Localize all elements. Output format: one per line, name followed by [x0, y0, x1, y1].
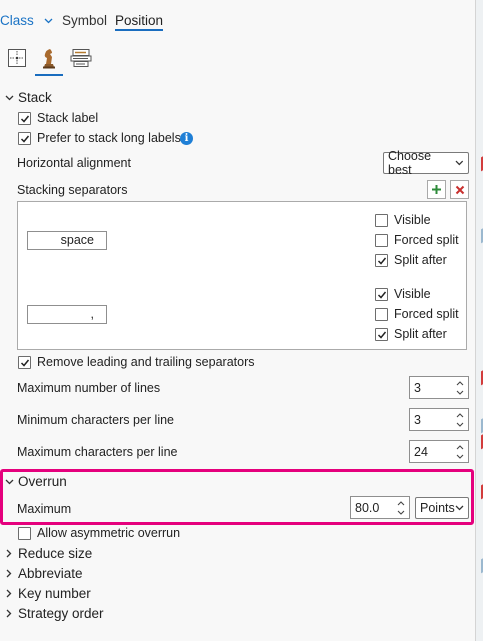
separator-visible-label: Visible — [394, 287, 431, 301]
chevron-right-icon — [4, 569, 14, 579]
chevron-up-icon[interactable] — [454, 411, 465, 419]
max-chars-stepper[interactable]: 24 — [409, 440, 469, 463]
tab-position[interactable]: Position — [115, 13, 164, 31]
separator-split-after-label: Split after — [394, 253, 447, 267]
info-icon[interactable]: i — [180, 132, 193, 145]
separator-split-after-checkbox[interactable] — [375, 328, 388, 341]
strategy-order-heading: Strategy order — [18, 606, 104, 621]
separator-split-after-label: Split after — [394, 327, 447, 341]
overrun-highlight-box — [0, 469, 474, 525]
separator-visible-checkbox[interactable] — [375, 214, 388, 227]
stacking-separators-list: space Visible Forced split Split after ,… — [17, 201, 467, 350]
tab-fitting-strategy[interactable] — [66, 41, 96, 75]
conflict-resolution-icon — [43, 49, 55, 69]
abbreviate-section-header[interactable]: Abbreviate — [4, 566, 83, 581]
max-lines-stepper[interactable]: 3 — [409, 376, 469, 399]
separator-forced-split-label: Forced split — [394, 233, 459, 247]
separator-text-input[interactable]: space — [27, 231, 107, 250]
min-chars-label: Minimum characters per line — [17, 413, 174, 427]
fitting-strategy-icon — [70, 49, 92, 67]
chevron-down-icon — [455, 160, 464, 166]
separator-visible-checkbox[interactable] — [375, 288, 388, 301]
checkmark-icon — [20, 115, 30, 123]
max-chars-value: 24 — [414, 445, 428, 459]
checkmark-icon — [20, 359, 30, 367]
separator-text-input[interactable]: , — [27, 305, 107, 324]
checkmark-icon — [377, 257, 387, 265]
checkmark-icon — [377, 291, 387, 299]
tab-symbol[interactable]: Symbol — [62, 13, 107, 28]
stack-heading: Stack — [18, 90, 52, 105]
prefer-long-labels-label: Prefer to stack long labels — [37, 131, 181, 145]
remove-separators-checkbox[interactable] — [18, 356, 31, 369]
strategy-order-section-header[interactable]: Strategy order — [4, 606, 104, 621]
stacking-separators-label: Stacking separators — [17, 183, 128, 197]
max-chars-label: Maximum characters per line — [17, 445, 178, 459]
remove-separator-button[interactable] — [450, 180, 469, 199]
separator-forced-split-checkbox[interactable] — [375, 234, 388, 247]
tab-class[interactable]: Class — [0, 13, 53, 28]
separator-forced-split-label: Forced split — [394, 307, 459, 321]
max-lines-value: 3 — [414, 381, 421, 395]
abbreviate-heading: Abbreviate — [18, 566, 83, 581]
add-separator-button[interactable] — [427, 180, 446, 199]
min-chars-stepper[interactable]: 3 — [409, 408, 469, 431]
map-view-edge — [475, 0, 483, 641]
horizontal-alignment-value: Choose best — [388, 149, 432, 177]
stack-label-checkbox[interactable] — [18, 112, 31, 125]
close-icon — [455, 185, 464, 194]
placement-icon — [8, 49, 26, 67]
asymmetric-overrun-checkbox[interactable] — [18, 527, 31, 540]
checkmark-icon — [20, 135, 30, 143]
tab-placement[interactable] — [2, 41, 32, 75]
chevron-down-icon — [44, 18, 52, 24]
checkmark-icon — [377, 331, 387, 339]
reduce-size-section-header[interactable]: Reduce size — [4, 546, 92, 561]
stack-section-header[interactable]: Stack — [4, 90, 52, 105]
chevron-right-icon — [4, 609, 14, 619]
chevron-up-icon[interactable] — [454, 379, 465, 387]
max-lines-label: Maximum number of lines — [17, 381, 161, 395]
chevron-down-icon[interactable] — [454, 452, 465, 460]
label-properties-panel: Class Symbol Position Stack Stack label … — [0, 0, 475, 641]
horizontal-alignment-select[interactable]: Choose best — [383, 149, 469, 177]
plus-icon — [432, 185, 441, 194]
chevron-up-icon[interactable] — [454, 443, 465, 451]
min-chars-value: 3 — [414, 413, 421, 427]
chevron-down-icon[interactable] — [454, 420, 465, 428]
key-number-heading: Key number — [18, 586, 91, 601]
tab-class-label: Class — [0, 13, 34, 28]
separator-forced-split-checkbox[interactable] — [375, 308, 388, 321]
chevron-right-icon — [4, 549, 14, 559]
chevron-down-icon[interactable] — [454, 388, 465, 396]
chevron-right-icon — [4, 589, 14, 599]
key-number-section-header[interactable]: Key number — [4, 586, 91, 601]
separator-split-after-checkbox[interactable] — [375, 254, 388, 267]
separator-visible-label: Visible — [394, 213, 431, 227]
chevron-down-icon — [4, 93, 14, 103]
prefer-long-labels-checkbox[interactable] — [18, 132, 31, 145]
remove-separators-label: Remove leading and trailing separators — [37, 355, 255, 369]
horizontal-alignment-label: Horizontal alignment — [17, 156, 131, 170]
stack-label-label: Stack label — [37, 111, 99, 125]
reduce-size-heading: Reduce size — [18, 546, 93, 561]
tab-conflict-resolution[interactable] — [34, 41, 64, 76]
asymmetric-overrun-label: Allow asymmetric overrun — [37, 526, 181, 540]
